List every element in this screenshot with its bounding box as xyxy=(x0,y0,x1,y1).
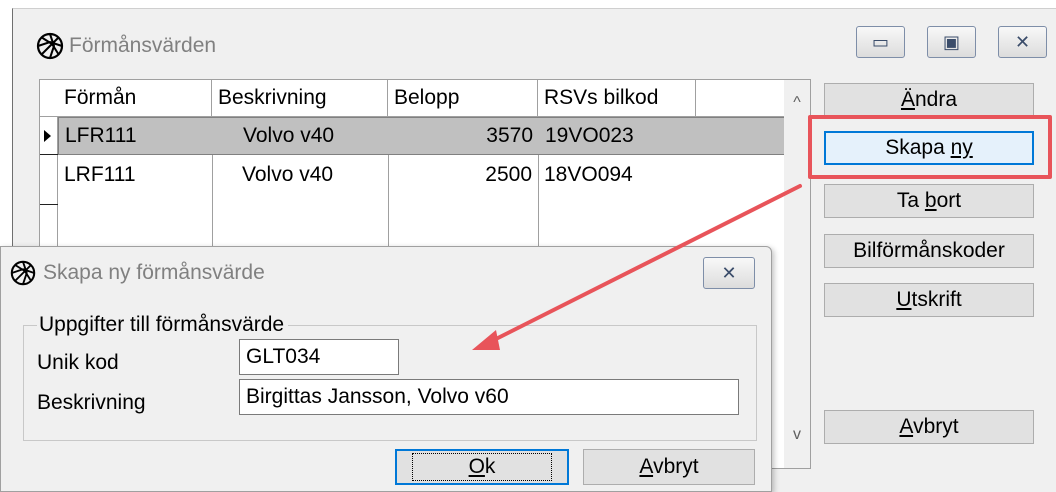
annotation-arrow xyxy=(472,184,802,350)
